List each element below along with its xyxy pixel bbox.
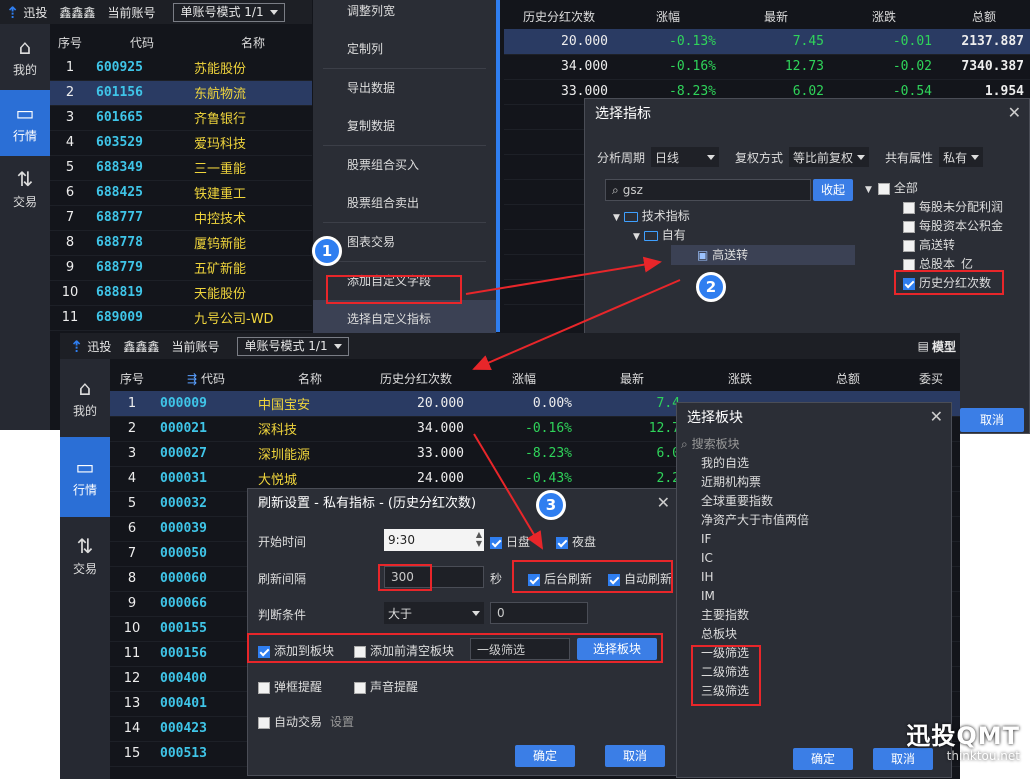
step-badge-3: 3 <box>536 490 566 520</box>
watermark-url: thinktou.net <box>946 749 1020 763</box>
step-badge-1: 1 <box>312 236 342 266</box>
watermark: 迅投QMT thinktou.net <box>880 716 1020 763</box>
step-badge-2: 2 <box>696 272 726 302</box>
arrow-2 <box>472 279 681 370</box>
watermark-title: 迅投QMT <box>906 722 1020 750</box>
arrow-1 <box>465 256 662 295</box>
arrow-3 <box>473 433 544 550</box>
annotation-arrows <box>465 256 681 550</box>
